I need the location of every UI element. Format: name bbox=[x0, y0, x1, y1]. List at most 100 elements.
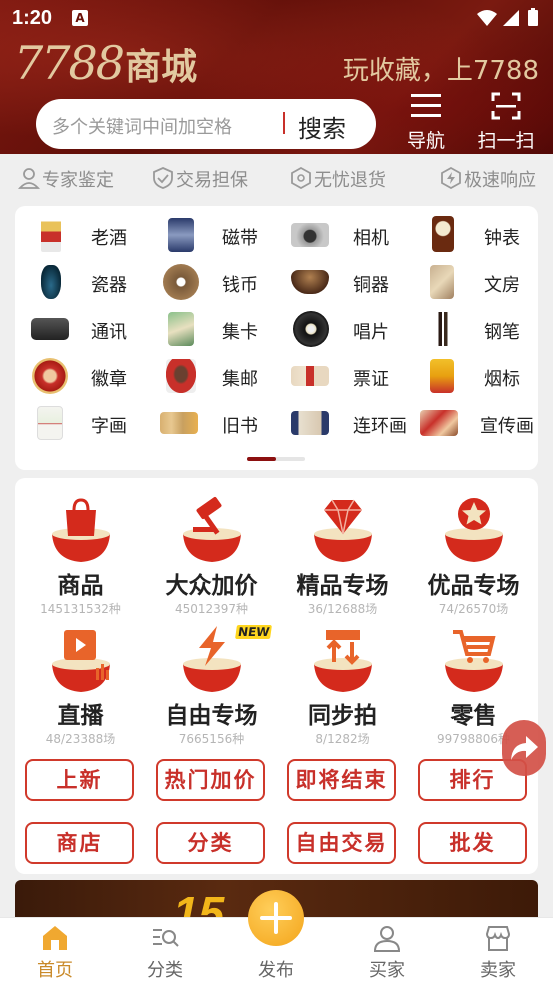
category-item[interactable]: 唱片 bbox=[277, 306, 408, 352]
guarantee-label: 无忧退货 bbox=[314, 170, 386, 191]
category-item[interactable]: 钱币 bbox=[146, 259, 277, 305]
feature-count: 145131532种 bbox=[40, 602, 121, 616]
poster-icon bbox=[420, 410, 458, 436]
feature-quality-session[interactable]: 优品专场 74/26570场 bbox=[408, 486, 539, 616]
new-badge: NEW bbox=[235, 625, 273, 639]
category-item[interactable]: 钟表 bbox=[408, 212, 539, 258]
guarantee-escrow: 交易担保 bbox=[152, 166, 248, 192]
category-item[interactable]: 票证 bbox=[277, 353, 408, 399]
feature-count: 7665156种 bbox=[178, 732, 245, 746]
nav-label: 分类 bbox=[147, 960, 183, 981]
category-label: 老酒 bbox=[91, 228, 127, 249]
expert-icon bbox=[17, 168, 41, 189]
publish-button[interactable] bbox=[248, 890, 304, 946]
category-label: 宣传画 bbox=[480, 416, 534, 437]
diamond-icon bbox=[314, 499, 372, 562]
category-item[interactable]: 集邮 bbox=[146, 353, 277, 399]
category-item[interactable]: 钢笔 bbox=[408, 306, 539, 352]
feature-title: 同步拍 bbox=[308, 703, 377, 729]
category-item[interactable]: 集卡 bbox=[146, 306, 277, 352]
search-bar[interactable]: 多个关键词中间加空格 搜索 bbox=[36, 99, 376, 149]
category-item[interactable]: 铜器 bbox=[277, 259, 408, 305]
signal-icon bbox=[503, 10, 519, 26]
nav-home[interactable]: 首页 bbox=[0, 918, 110, 984]
guarantee-expert: 专家鉴定 bbox=[17, 166, 114, 192]
category-item[interactable]: 磁带 bbox=[146, 212, 277, 258]
guarantee-label: 交易担保 bbox=[176, 170, 248, 191]
star-badge-icon bbox=[445, 498, 503, 562]
shopping-cart-icon bbox=[445, 630, 503, 692]
guarantee-label: 专家鉴定 bbox=[42, 170, 114, 191]
scan-label: 扫一扫 bbox=[477, 130, 535, 152]
scan-button[interactable]: 扫一扫 bbox=[476, 92, 536, 153]
old-book-icon bbox=[160, 412, 198, 434]
nav-label: 买家 bbox=[369, 960, 405, 981]
category-label: 相机 bbox=[353, 228, 389, 249]
category-item[interactable]: 老酒 bbox=[15, 212, 146, 258]
feature-sync-auction[interactable]: 同步拍 8/1282场 bbox=[277, 616, 408, 746]
app-root: { "status_bar": { "time": "1:20", "notif… bbox=[0, 0, 553, 984]
category-search-icon bbox=[153, 929, 179, 947]
phone-device-icon bbox=[31, 318, 69, 340]
feature-live[interactable]: 直播 48/23388场 bbox=[15, 616, 146, 746]
new-arrivals-button[interactable]: 上新 bbox=[25, 759, 134, 801]
notification-a-icon: A bbox=[72, 10, 88, 26]
feature-count: 8/1282场 bbox=[315, 732, 370, 746]
scan-icon bbox=[491, 92, 521, 120]
category-item[interactable]: 徽章 bbox=[15, 353, 146, 399]
feature-title: 直播 bbox=[57, 703, 104, 729]
category-item[interactable]: 宣传画 bbox=[408, 400, 539, 446]
clock-icon bbox=[432, 216, 454, 252]
nav-label: 发布 bbox=[258, 960, 294, 981]
category-item[interactable]: 通讯 bbox=[15, 306, 146, 352]
store-logo: 7788商城 bbox=[14, 36, 197, 96]
battery-icon bbox=[528, 10, 538, 26]
status-time: 1:20 bbox=[12, 7, 53, 29]
category-item[interactable]: 文房 bbox=[408, 259, 539, 305]
shops-button[interactable]: 商店 bbox=[25, 822, 134, 864]
nav-seller[interactable]: 卖家 bbox=[443, 918, 553, 984]
feature-premium-session[interactable]: 精品专场 36/12688场 bbox=[277, 486, 408, 616]
feature-card: 商品 145131532种 大众加价 45012397种 精品专场 36/126… bbox=[15, 478, 538, 874]
wholesale-button[interactable]: 批发 bbox=[418, 822, 527, 864]
guarantee-strip: 专家鉴定 交易担保 无忧退货 极速响应 bbox=[0, 158, 553, 198]
camera-icon bbox=[291, 223, 329, 247]
guarantee-fast: 极速响应 bbox=[440, 166, 536, 192]
vinyl-record-icon bbox=[293, 311, 329, 347]
feature-title: 大众加价 bbox=[165, 573, 258, 599]
search-input[interactable]: 多个关键词中间加空格 bbox=[52, 113, 232, 139]
search-button[interactable]: 搜索 bbox=[298, 109, 346, 144]
feature-bid-up[interactable]: 大众加价 45012397种 bbox=[146, 486, 277, 616]
return-box-icon bbox=[291, 166, 311, 190]
category-label: 磁带 bbox=[222, 228, 258, 249]
comic-book-icon bbox=[291, 411, 329, 435]
plus-icon bbox=[260, 902, 292, 934]
category-item[interactable]: 烟标 bbox=[408, 353, 539, 399]
category-item[interactable]: 相机 bbox=[277, 212, 408, 258]
category-item[interactable]: 瓷器 bbox=[15, 259, 146, 305]
nav-menu-button[interactable]: 导航 bbox=[396, 92, 456, 153]
lightning-icon bbox=[183, 626, 241, 692]
fountain-pen-icon bbox=[432, 312, 454, 346]
badge-pin-icon bbox=[32, 358, 68, 394]
share-floating-button[interactable] bbox=[502, 720, 546, 776]
nav-buyer[interactable]: 买家 bbox=[332, 918, 442, 984]
trading-card-icon bbox=[168, 312, 194, 346]
category-label: 票证 bbox=[353, 369, 389, 390]
cigarette-label-icon bbox=[430, 359, 454, 393]
free-trade-button[interactable]: 自由交易 bbox=[287, 822, 396, 864]
category-label: 文房 bbox=[484, 275, 520, 296]
category-item[interactable]: 旧书 bbox=[146, 400, 277, 446]
ticket-voucher-icon bbox=[291, 366, 329, 386]
category-item[interactable]: 字画 bbox=[15, 400, 146, 446]
logo-text: 商城 bbox=[125, 47, 198, 88]
nav-category[interactable]: 分类 bbox=[110, 918, 220, 984]
feature-goods[interactable]: 商品 145131532种 bbox=[15, 486, 146, 616]
nav-label: 首页 bbox=[37, 960, 73, 981]
ending-soon-button[interactable]: 即将结束 bbox=[287, 759, 396, 801]
store-icon bbox=[485, 926, 511, 951]
category-item[interactable]: 连环画 bbox=[277, 400, 408, 446]
categories-button[interactable]: 分类 bbox=[156, 822, 265, 864]
category-label: 集邮 bbox=[222, 369, 258, 390]
hot-bid-button[interactable]: 热门加价 bbox=[156, 759, 265, 801]
